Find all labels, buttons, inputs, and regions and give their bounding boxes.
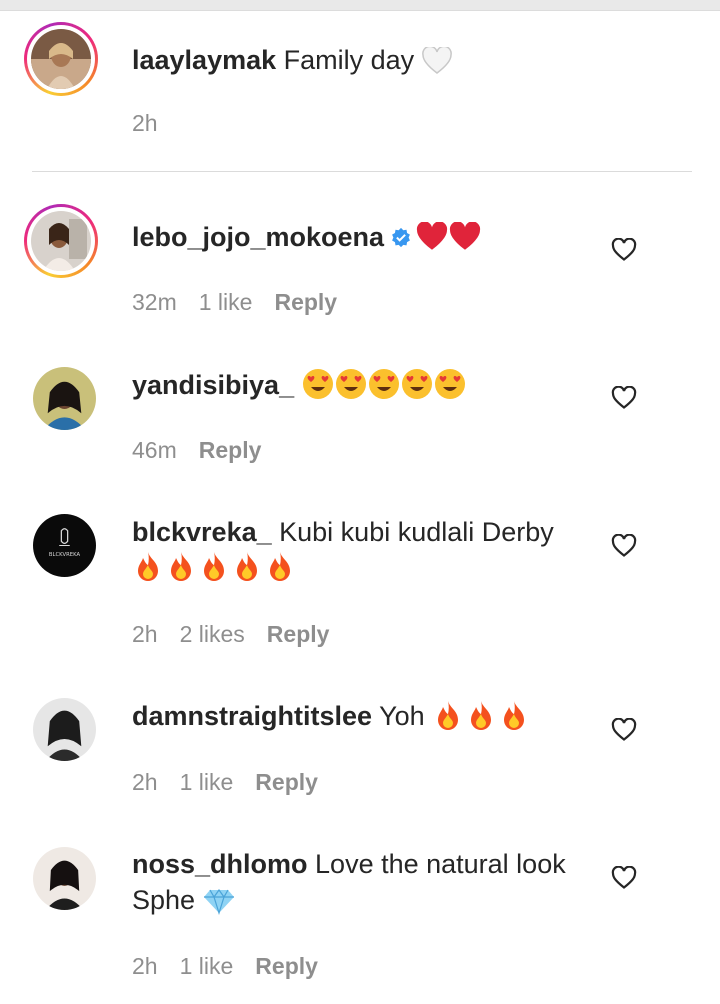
white-heart-icon xyxy=(421,45,453,84)
fire-icon xyxy=(132,550,297,591)
like-count[interactable]: 1 like xyxy=(180,953,234,979)
comment-meta: 2h 2 likes Reply xyxy=(132,619,351,649)
username[interactable]: noss_dhlomo xyxy=(132,849,308,879)
caption-meta: 2h xyxy=(132,108,180,138)
like-count[interactable]: 2 likes xyxy=(180,621,245,647)
avatar-noss-dhlomo[interactable] xyxy=(33,847,96,910)
avatar-damnstraightitslee[interactable] xyxy=(33,698,96,761)
gem-icon xyxy=(203,887,236,924)
comment-text: blckvreka_ Kubi kubi kudlali Derby xyxy=(132,514,592,591)
like-heart-icon[interactable] xyxy=(611,386,637,410)
avatar-logo-text: BLCKVREKA xyxy=(49,552,81,558)
timestamp: 32m xyxy=(132,289,177,315)
like-count[interactable]: 1 like xyxy=(199,289,253,315)
like-count[interactable]: 1 like xyxy=(180,769,234,795)
avatar-image xyxy=(31,29,91,89)
username[interactable]: damnstraightitslee xyxy=(132,701,372,731)
comment-meta: 32m 1 like Reply xyxy=(132,287,359,317)
red-heart-icon xyxy=(416,221,482,261)
comment-text: yandisibiya_ xyxy=(132,367,592,409)
reply-button[interactable]: Reply xyxy=(267,621,330,647)
comment-message: Yoh xyxy=(379,701,425,731)
avatar-lebo-jojo-mokoena[interactable] xyxy=(24,204,98,278)
fire-icon xyxy=(432,699,531,740)
avatar-image xyxy=(33,698,96,761)
reply-button[interactable]: Reply xyxy=(274,289,337,315)
caption-text: laaylaymak Family day xyxy=(132,42,592,84)
reply-button[interactable]: Reply xyxy=(255,769,318,795)
comment-text: noss_dhlomo Love the natural look Sphe xyxy=(132,846,592,924)
like-heart-icon[interactable] xyxy=(611,238,637,262)
avatar-yandisibiya[interactable] xyxy=(33,367,96,430)
comment-meta: 2h 1 like Reply xyxy=(132,951,340,981)
comment-text: lebo_jojo_mokoena xyxy=(132,219,592,261)
username[interactable]: yandisibiya_ xyxy=(132,370,294,400)
like-heart-icon[interactable] xyxy=(611,866,637,890)
divider xyxy=(32,171,692,172)
like-heart-icon[interactable] xyxy=(611,718,637,742)
timestamp: 2h xyxy=(132,769,158,795)
username[interactable]: blckvreka_ xyxy=(132,517,272,547)
comment-message: Kubi kubi kudlali Derby xyxy=(279,517,554,547)
avatar-image: BLCKVREKA xyxy=(33,514,96,577)
top-edge-bar xyxy=(0,0,720,11)
reply-button[interactable]: Reply xyxy=(255,953,318,979)
avatar-image xyxy=(31,211,91,271)
avatar-laaylaymak[interactable] xyxy=(24,22,98,96)
timestamp: 2h xyxy=(132,953,158,979)
comment-meta: 2h 1 like Reply xyxy=(132,767,340,797)
heart-eyes-icon xyxy=(302,368,467,409)
timestamp: 2h xyxy=(132,621,158,647)
username[interactable]: lebo_jojo_mokoena xyxy=(132,222,384,252)
reply-button[interactable]: Reply xyxy=(199,437,262,463)
username[interactable]: laaylaymak xyxy=(132,45,276,75)
avatar-image xyxy=(33,367,96,430)
like-heart-icon[interactable] xyxy=(611,534,637,558)
caption-message: Family day xyxy=(283,45,415,75)
avatar-blckvreka[interactable]: BLCKVREKA xyxy=(33,514,96,577)
timestamp: 46m xyxy=(132,437,177,463)
avatar-image xyxy=(33,847,96,910)
verified-badge-icon xyxy=(390,222,412,258)
comment-text: damnstraightitslee Yoh xyxy=(132,698,592,740)
timestamp: 2h xyxy=(132,110,158,136)
comment-meta: 46m Reply xyxy=(132,435,283,465)
